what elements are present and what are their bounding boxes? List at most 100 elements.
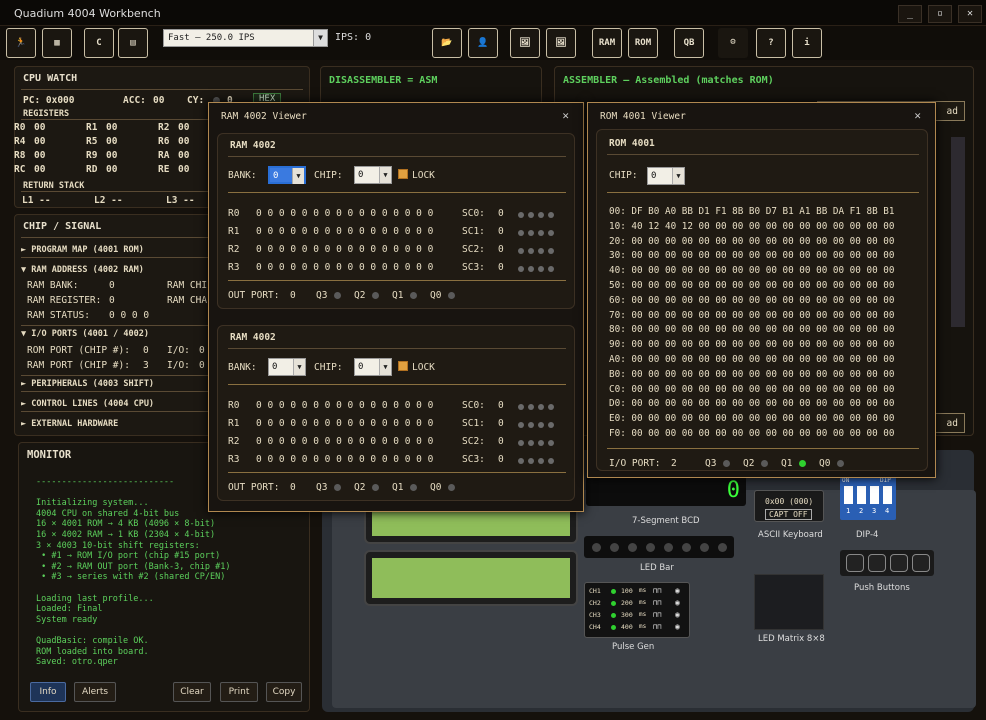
- cy-label: CY:: [187, 95, 205, 106]
- help-icon[interactable]: ?: [756, 28, 786, 58]
- minimize-button[interactable]: _: [898, 5, 922, 23]
- ram-char-label: RAM CHA: [167, 295, 208, 306]
- pulse-knob-icon[interactable]: ◉: [675, 586, 680, 595]
- dip-switch[interactable]: ON DIP 1234: [840, 476, 896, 520]
- bank-select[interactable]: 0 ▼: [268, 166, 306, 184]
- register-value: 00: [34, 164, 46, 175]
- register-r2: R2: [158, 122, 170, 133]
- dip-toggle[interactable]: [844, 486, 853, 504]
- push-buttons: [840, 550, 934, 576]
- stack-level-1: L1 --: [22, 195, 51, 206]
- rom-hex-line: 10: 40 12 40 12 00 00 00 00 00 00 00 00 …: [609, 220, 895, 232]
- ram-address-section[interactable]: ▼ RAM ADDRESS (4002 RAM): [21, 265, 144, 275]
- pulse-knob-icon[interactable]: ◉: [675, 598, 680, 607]
- monitor-log: --------------------------- Initializing…: [36, 477, 231, 668]
- speed-select[interactable]: Fast – 250.0 IPS ▼: [163, 29, 328, 47]
- copy-button[interactable]: Copy: [266, 682, 302, 702]
- clear-button[interactable]: Clear: [173, 682, 211, 702]
- ips-value: 0: [365, 32, 372, 43]
- rom-q-led: [799, 460, 806, 467]
- seven-segment-display: 0: [586, 476, 746, 506]
- capture-toggle[interactable]: CAPT OFF: [765, 509, 812, 520]
- status-char-label: SC0:: [462, 208, 485, 219]
- image-export-icon[interactable]: 🖼: [546, 28, 576, 58]
- run-icon[interactable]: 🏃: [6, 28, 36, 58]
- window-title: Quadium 4004 Workbench: [14, 7, 161, 20]
- toolbar: 🏃 ▦ C ▤ Fast – 250.0 IPS ▼ IPS: 0 📂 👤 🖼 🖼…: [0, 26, 986, 60]
- lock-checkbox[interactable]: [398, 361, 408, 371]
- print-button[interactable]: Print: [220, 682, 258, 702]
- reset-icon[interactable]: C: [84, 28, 114, 58]
- ram-row-values: 0 0 0 0 0 0 0 0 0 0 0 0 0 0 0 0: [256, 436, 434, 447]
- status-char-label: SC2:: [462, 244, 485, 255]
- led-bar-led: [718, 543, 727, 552]
- q-led: [448, 292, 455, 299]
- dip-toggle[interactable]: [883, 486, 892, 504]
- ram-block-1: RAM 4002 BANK: 0 ▼ CHIP: 0 ▼ LOCK R0 0 0 0 0 0 0 …: [217, 133, 575, 309]
- program-map-section[interactable]: ► PROGRAM MAP (4001 ROM): [21, 245, 144, 255]
- rom-chip-select[interactable]: 0 ▼: [647, 167, 685, 185]
- close-button[interactable]: ✕: [958, 5, 982, 23]
- dip-toggle[interactable]: [870, 486, 879, 504]
- status-led: [548, 248, 554, 254]
- maximize-button[interactable]: ▫: [928, 5, 952, 23]
- title-bar: Quadium 4004 Workbench _ ▫ ✕: [0, 0, 986, 26]
- rom-q-led: [723, 460, 730, 467]
- ram-viewer-close-icon[interactable]: ✕: [562, 109, 569, 122]
- led-bar-led: [682, 543, 691, 552]
- rom-viewer-close-icon[interactable]: ✕: [914, 109, 921, 122]
- ascii-keyboard[interactable]: 0x00 (000) CAPT OFF: [754, 490, 824, 522]
- settings-gear-icon[interactable]: ⚙: [718, 28, 748, 58]
- pulse-unit: ms: [639, 611, 647, 618]
- q-led: [372, 484, 379, 491]
- dip-toggle[interactable]: [857, 486, 866, 504]
- status-led: [538, 266, 544, 272]
- push-button[interactable]: [890, 554, 908, 572]
- info-tab-button[interactable]: Info: [30, 682, 66, 702]
- lock-checkbox[interactable]: [398, 169, 408, 179]
- rom-q-led: [761, 460, 768, 467]
- push-button[interactable]: [868, 554, 886, 572]
- push-button[interactable]: [912, 554, 930, 572]
- status-led: [528, 248, 534, 254]
- status-led: [538, 230, 544, 236]
- peripherals-section[interactable]: ► PERIPHERALS (4003 SHIFT): [21, 379, 154, 389]
- pulse-unit: ms: [639, 599, 647, 606]
- io-ports-section[interactable]: ▼ I/O PORTS (4001 / 4002): [21, 329, 149, 339]
- app-window: Quadium 4004 Workbench _ ▫ ✕ 🏃 ▦ C ▤ Fas…: [0, 0, 986, 720]
- external-hardware-section[interactable]: ► EXTERNAL HARDWARE: [21, 419, 118, 429]
- q-label: Q0: [430, 290, 442, 301]
- ram-port-value: 3: [143, 360, 149, 371]
- ram-icon-label: RAM: [598, 38, 616, 48]
- lcd-display-2: [366, 552, 576, 604]
- pulse-frequency: 400: [621, 623, 633, 631]
- image-icon[interactable]: 🖼: [510, 28, 540, 58]
- control-lines-section[interactable]: ► CONTROL LINES (4004 CPU): [21, 399, 154, 409]
- rom-chip-value: 0: [651, 171, 657, 181]
- ram-block-title: RAM 4002: [230, 332, 276, 343]
- pulse-knob-icon[interactable]: ◉: [675, 622, 680, 631]
- register-icon[interactable]: ▤: [118, 28, 148, 58]
- assembler-scrollbar[interactable]: [951, 137, 965, 327]
- quadbasic-icon[interactable]: QB: [674, 28, 704, 58]
- profile-icon[interactable]: 👤: [468, 28, 498, 58]
- chip-select[interactable]: 0 ▼: [354, 166, 392, 184]
- rom-hex-line: 00: DF B0 A0 BB D1 F1 8B B0 D7 B1 A1 BB …: [609, 206, 895, 217]
- push-button[interactable]: [846, 554, 864, 572]
- ram-status-label: RAM STATUS:: [27, 310, 90, 321]
- alerts-tab-button[interactable]: Alerts: [74, 682, 116, 702]
- info-icon[interactable]: i: [792, 28, 822, 58]
- chip-icon[interactable]: ▦: [42, 28, 72, 58]
- open-folder-icon[interactable]: 📂: [432, 28, 462, 58]
- led-matrix-label: LED Matrix 8×8: [758, 634, 825, 644]
- led-bar-led: [628, 543, 637, 552]
- pulse-knob-icon[interactable]: ◉: [675, 610, 680, 619]
- chip-select[interactable]: 0 ▼: [354, 358, 392, 376]
- pulse-wave-icon: ⊓⊓: [653, 611, 662, 619]
- status-led: [528, 404, 534, 410]
- rom-icon[interactable]: ROM: [628, 28, 658, 58]
- bank-select[interactable]: 0 ▼: [268, 358, 306, 376]
- ram-icon[interactable]: RAM: [592, 28, 622, 58]
- pulse-channel-label: CH1: [589, 587, 601, 595]
- ram-row-label: R1: [228, 226, 240, 237]
